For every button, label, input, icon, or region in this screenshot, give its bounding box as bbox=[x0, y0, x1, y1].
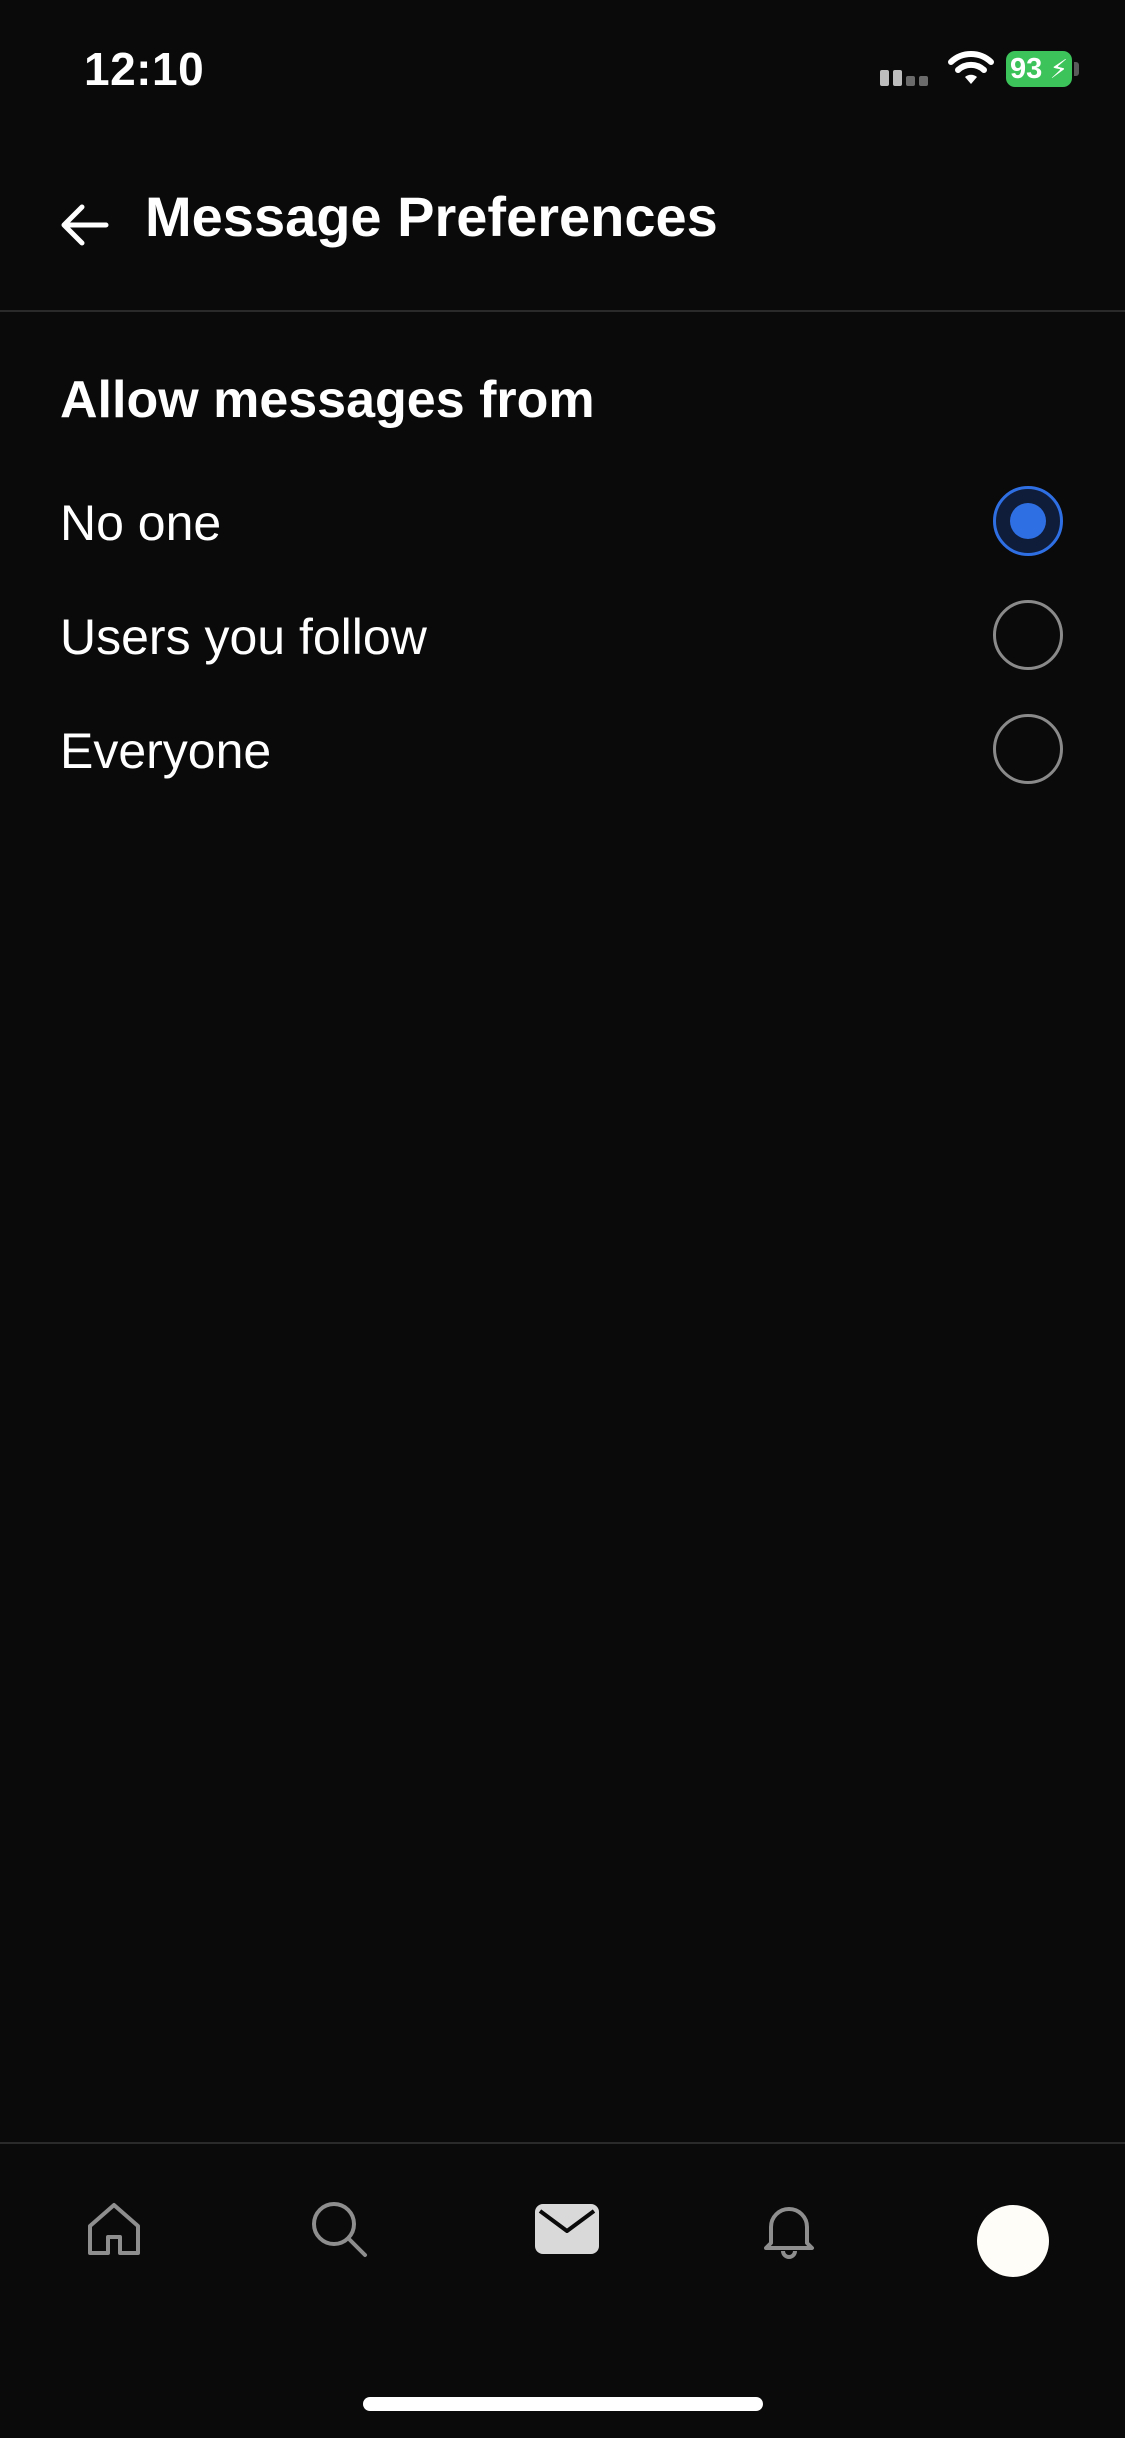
arrow-left-icon bbox=[61, 204, 109, 246]
search-icon bbox=[312, 2202, 367, 2257]
tab-home[interactable] bbox=[59, 2174, 169, 2284]
option-everyone[interactable]: Everyone bbox=[0, 696, 1125, 806]
wifi-icon bbox=[948, 50, 994, 86]
battery-level: 93 bbox=[1010, 53, 1043, 85]
envelope-icon bbox=[535, 2204, 599, 2254]
section-title: Allow messages from bbox=[60, 371, 595, 429]
charging-bolt-icon: ⚡ bbox=[1049, 54, 1068, 84]
option-label: Everyone bbox=[60, 723, 272, 779]
tab-bar bbox=[0, 2142, 1125, 2438]
tab-notifications[interactable] bbox=[734, 2174, 844, 2284]
status-bar: 12:10 93 ⚡ bbox=[0, 0, 1125, 132]
option-no-one[interactable]: No one bbox=[0, 468, 1125, 578]
home-icon bbox=[88, 2203, 140, 2255]
page-title: Message Preferences bbox=[145, 185, 718, 248]
bell-icon bbox=[764, 2207, 814, 2259]
home-indicator bbox=[363, 2397, 763, 2411]
status-time: 12:10 bbox=[84, 43, 205, 95]
avatar bbox=[977, 2205, 1049, 2277]
tab-profile[interactable] bbox=[959, 2174, 1069, 2284]
battery-cap bbox=[1074, 62, 1079, 76]
option-label: Users you follow bbox=[60, 609, 427, 665]
radio-button[interactable] bbox=[993, 600, 1063, 670]
tab-search[interactable] bbox=[284, 2174, 394, 2284]
option-users-you-follow[interactable]: Users you follow bbox=[0, 582, 1125, 692]
tab-messages[interactable] bbox=[509, 2174, 619, 2284]
header: Message Preferences bbox=[0, 150, 1125, 312]
back-button[interactable] bbox=[50, 190, 120, 260]
radio-button-selected[interactable] bbox=[993, 486, 1063, 556]
option-label: No one bbox=[60, 495, 222, 551]
battery-indicator: 93 ⚡ bbox=[1006, 51, 1072, 87]
cellular-signal-icon bbox=[880, 70, 934, 86]
radio-button[interactable] bbox=[993, 714, 1063, 784]
